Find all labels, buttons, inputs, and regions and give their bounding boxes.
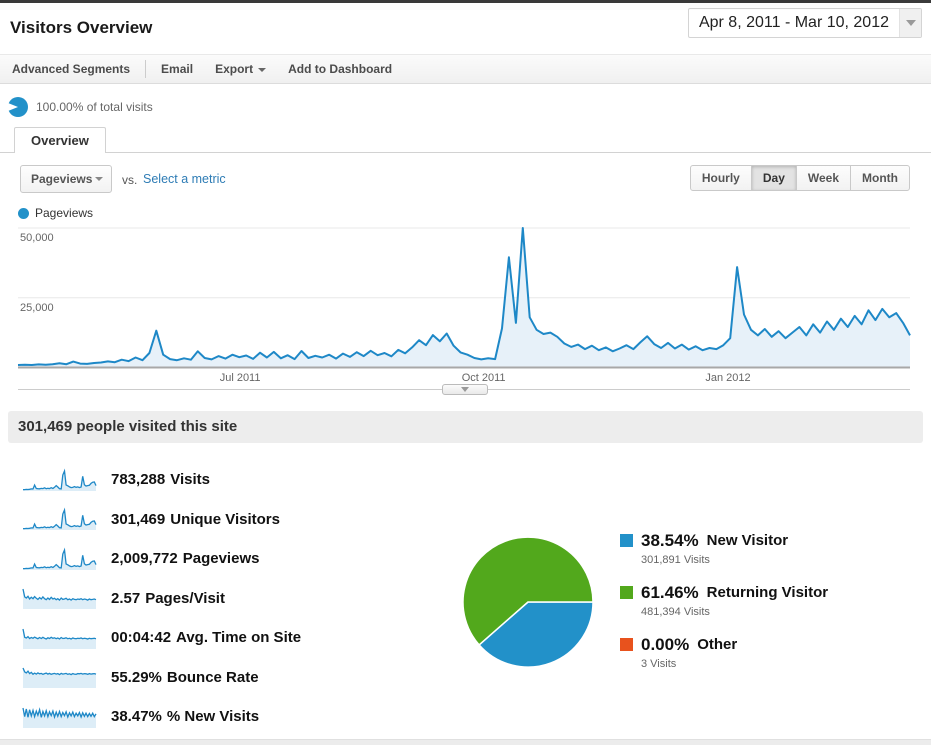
chevron-down-icon <box>461 387 469 392</box>
metric-row-avg-time: 00:04:42 Avg. Time on Site <box>0 618 460 658</box>
metric-label: Visits <box>170 471 210 488</box>
svg-text:Jan 2012: Jan 2012 <box>705 372 750 384</box>
metric-label: Avg. Time on Site <box>176 629 301 646</box>
svg-text:25,000: 25,000 <box>20 302 54 314</box>
metric-label: Unique Visitors <box>170 511 280 528</box>
visits-sparkline <box>22 468 97 492</box>
metric-label: Pageviews <box>183 550 260 567</box>
chart-legend: Pageviews <box>18 206 93 220</box>
metric-label: Bounce Rate <box>167 669 259 686</box>
legend-visits: 301,891 Visits <box>620 554 828 566</box>
advanced-segments-button[interactable]: Advanced Segments <box>12 62 130 76</box>
chevron-down-icon <box>906 20 916 26</box>
series-legend-label: Pageviews <box>35 206 93 220</box>
vs-label: vs. <box>122 173 137 187</box>
metric-dropdown-value: Pageviews <box>31 172 92 186</box>
granularity-day-button[interactable]: Day <box>751 165 797 191</box>
tab-divider-line <box>0 152 931 153</box>
legend-percent: 38.54% <box>641 531 699 551</box>
legend-name: Other <box>697 636 737 653</box>
tab-overview[interactable]: Overview <box>14 127 106 153</box>
legend-square-icon <box>620 638 633 651</box>
metric-row-new-visits: 38.47% % New Visits <box>0 697 460 737</box>
granularity-week-button[interactable]: Week <box>796 165 851 191</box>
pageviews-line-chart: 50,000 25,000 Jul 2011 Oct 2011 Jan 2012 <box>0 220 931 386</box>
legend-name: Returning Visitor <box>707 584 828 601</box>
visitors-summary-bar: 301,469 people visited this site <box>8 411 923 443</box>
metric-row-visits: 783,288 Visits <box>0 460 460 500</box>
toolbar-divider <box>145 60 146 78</box>
legend-square-icon <box>620 586 633 599</box>
legend-percent: 61.46% <box>641 583 699 603</box>
metric-row-pages-per-visit: 2.57 Pages/Visit <box>0 579 460 619</box>
date-range-selector[interactable]: Apr 8, 2011 - Mar 10, 2012 <box>688 8 922 38</box>
segment-summary-text: 100.00% of total visits <box>36 93 153 121</box>
pageviews-sparkline <box>22 547 97 571</box>
pie-legend: 38.54% New Visitor 301,891 Visits 61.46%… <box>620 531 828 687</box>
legend-visits: 481,394 Visits <box>620 606 828 618</box>
top-strip <box>0 0 931 3</box>
new-visits-sparkline <box>22 705 97 729</box>
metric-label: Pages/Visit <box>145 590 225 607</box>
series-dot-icon <box>18 208 29 219</box>
legend-percent: 0.00% <box>641 635 689 655</box>
pie-legend-returning-visitor: 61.46% Returning Visitor 481,394 Visits <box>620 583 828 618</box>
timeline-slider-handle[interactable] <box>442 384 488 395</box>
export-button[interactable]: Export <box>215 62 266 76</box>
add-to-dashboard-button[interactable]: Add to Dashboard <box>288 62 392 76</box>
pie-segment-icon <box>8 97 28 117</box>
granularity-button-group: Hourly Day Week Month <box>690 165 910 191</box>
legend-name: New Visitor <box>707 532 788 549</box>
pages-per-visit-sparkline <box>22 586 97 610</box>
chevron-down-icon <box>95 177 103 181</box>
toolbar: Advanced Segments Email Export Add to Da… <box>0 54 931 84</box>
legend-square-icon <box>620 534 633 547</box>
metric-row-bounce-rate: 55.29% Bounce Rate <box>0 658 460 698</box>
svg-text:Jul 2011: Jul 2011 <box>220 372 261 384</box>
metric-value: 301,469 <box>111 511 165 528</box>
metrics-list: 783,288 Visits 301,469 Unique Visitors 2… <box>0 460 460 737</box>
select-metric-link[interactable]: Select a metric <box>143 172 226 186</box>
visitor-type-pie-chart <box>458 530 598 675</box>
metric-value: 2,009,772 <box>111 550 178 567</box>
metric-label: % New Visits <box>167 708 259 725</box>
bottom-strip <box>0 739 931 745</box>
metric-row-unique-visitors: 301,469 Unique Visitors <box>0 500 460 540</box>
legend-visits: 3 Visits <box>620 658 828 670</box>
granularity-hourly-button[interactable]: Hourly <box>690 165 752 191</box>
metric-value: 55.29% <box>111 669 162 686</box>
date-range-value: Apr 8, 2011 - Mar 10, 2012 <box>689 9 899 37</box>
metric-value: 783,288 <box>111 471 165 488</box>
metric-dropdown[interactable]: Pageviews <box>20 165 112 193</box>
date-range-dropdown-button[interactable] <box>899 9 921 37</box>
chevron-down-icon <box>258 68 266 72</box>
unique-visitors-sparkline <box>22 507 97 531</box>
metric-value: 00:04:42 <box>111 629 171 646</box>
avg-time-sparkline <box>22 626 97 650</box>
svg-text:Oct 2011: Oct 2011 <box>462 372 506 384</box>
granularity-month-button[interactable]: Month <box>850 165 910 191</box>
metric-value: 2.57 <box>111 590 140 607</box>
page-title: Visitors Overview <box>10 18 152 38</box>
email-button[interactable]: Email <box>161 62 193 76</box>
metric-value: 38.47% <box>111 708 162 725</box>
bounce-rate-sparkline <box>22 665 97 689</box>
svg-text:50,000: 50,000 <box>20 232 54 244</box>
visitors-overview-page: Visitors Overview Apr 8, 2011 - Mar 10, … <box>0 0 931 745</box>
metric-row-pageviews: 2,009,772 Pageviews <box>0 539 460 579</box>
pie-legend-new-visitor: 38.54% New Visitor 301,891 Visits <box>620 531 828 566</box>
pie-legend-other: 0.00% Other 3 Visits <box>620 635 828 670</box>
